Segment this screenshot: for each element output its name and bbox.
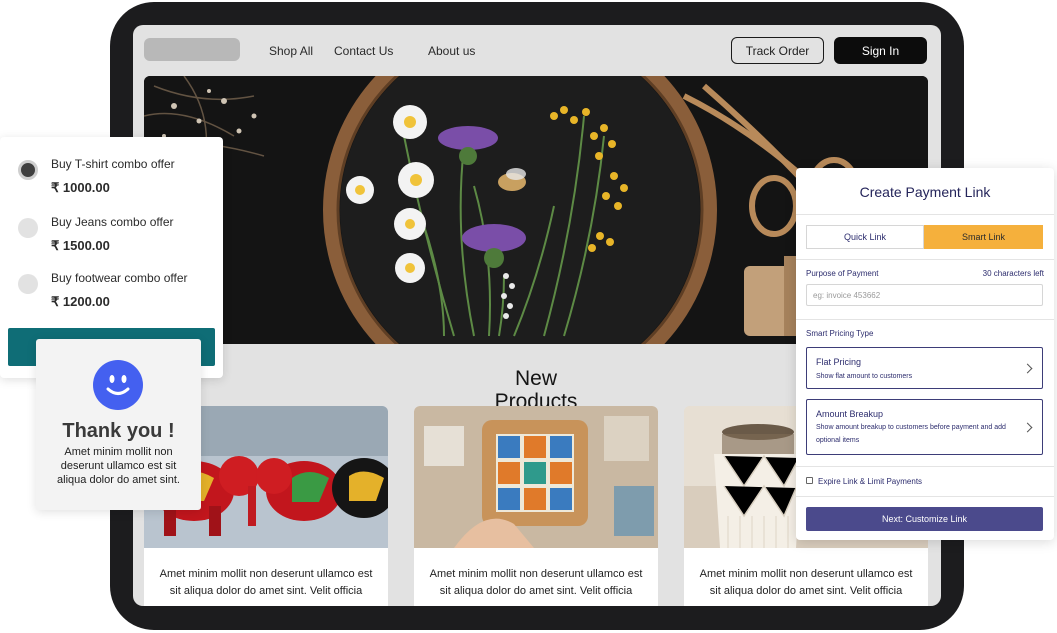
option-title: Flat Pricing bbox=[816, 357, 862, 367]
thank-you-card: Thank you ! Amet minim mollit non deseru… bbox=[36, 339, 201, 510]
divider bbox=[796, 466, 1054, 467]
thank-you-message: Amet minim mollit non deserunt ullamco e… bbox=[57, 446, 180, 486]
option-amount-breakup[interactable]: Amount Breakup Show amount breakup to cu… bbox=[806, 399, 1043, 455]
track-order-button[interactable]: Track Order bbox=[731, 37, 824, 64]
offer-name: Buy Jeans combo offer bbox=[51, 215, 174, 229]
divider bbox=[796, 319, 1054, 320]
expire-link-label: Expire Link & Limit Payments bbox=[818, 477, 923, 486]
product-caption: Amet minim mollit non deserunt ullamco e… bbox=[699, 568, 913, 597]
offer-price: ₹ 1200.00 bbox=[51, 294, 110, 309]
purpose-input[interactable] bbox=[806, 284, 1043, 306]
pricing-type-label: Smart Pricing Type bbox=[806, 329, 874, 338]
option-description: Show flat amount to customers bbox=[816, 373, 913, 380]
characters-left: 30 characters left bbox=[982, 269, 1044, 278]
divider bbox=[796, 496, 1054, 497]
product-caption: Amet minim mollit non deserunt ullamco e… bbox=[159, 568, 373, 597]
offer-name: Buy footwear combo offer bbox=[51, 271, 188, 285]
nav-link-about-us[interactable]: About us bbox=[428, 44, 475, 58]
tab-quick-link[interactable]: Quick Link bbox=[806, 225, 924, 249]
radio-unselected-icon[interactable] bbox=[18, 218, 38, 238]
panel-title: Create Payment Link bbox=[859, 184, 991, 200]
offer-name: Buy T-shirt combo offer bbox=[51, 157, 175, 171]
thank-you-title: Thank you ! bbox=[62, 420, 175, 442]
option-title: Amount Breakup bbox=[816, 409, 884, 419]
product-image-coaster bbox=[414, 406, 658, 548]
sign-in-button[interactable]: Sign In bbox=[834, 37, 927, 64]
product-card[interactable]: Amet minim mollit non deserunt ullamco e… bbox=[414, 406, 658, 606]
chevron-right-icon bbox=[1022, 363, 1033, 374]
option-description: Show amount breakup to customers before … bbox=[816, 424, 1006, 444]
radio-selected-icon[interactable] bbox=[18, 160, 38, 180]
radio-unselected-icon[interactable] bbox=[18, 274, 38, 294]
option-flat-pricing[interactable]: Flat Pricing Show flat amount to custome… bbox=[806, 347, 1043, 389]
store-logo[interactable] bbox=[144, 38, 240, 61]
product-caption: Amet minim mollit non deserunt ullamco e… bbox=[429, 568, 643, 597]
chevron-right-icon bbox=[1022, 422, 1033, 433]
next-customize-link-button[interactable]: Next: Customize Link bbox=[806, 507, 1043, 531]
tab-smart-link[interactable]: Smart Link bbox=[924, 225, 1043, 249]
offer-price: ₹ 1000.00 bbox=[51, 180, 110, 195]
divider bbox=[796, 214, 1054, 215]
expire-link-checkbox[interactable] bbox=[806, 477, 813, 484]
section-title-line1: New bbox=[514, 367, 557, 390]
purpose-label: Purpose of Payment bbox=[806, 269, 879, 278]
smiley-face-icon bbox=[93, 360, 143, 410]
nav-link-contact-us[interactable]: Contact Us bbox=[334, 44, 393, 58]
create-payment-link-panel: Create Payment Link Quick Link Smart Lin… bbox=[796, 168, 1054, 540]
divider bbox=[796, 259, 1054, 260]
offer-price: ₹ 1500.00 bbox=[51, 238, 110, 253]
stage: Shop All Contact Us About us Track Order… bbox=[0, 0, 1057, 633]
nav-link-shop-all[interactable]: Shop All bbox=[269, 44, 313, 58]
